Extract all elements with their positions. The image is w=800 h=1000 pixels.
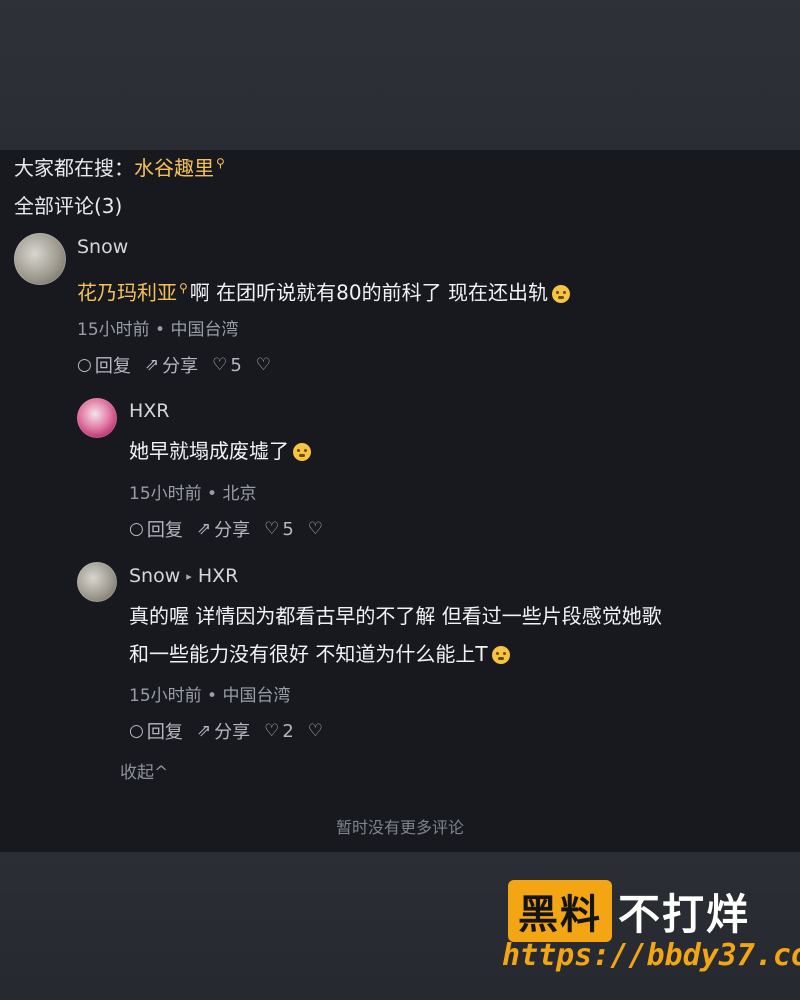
comment-username[interactable]: Snow xyxy=(77,236,128,258)
reply-label: 回复 xyxy=(146,520,183,541)
comment-meta: 15小时前 • 中国台湾 xyxy=(77,320,239,340)
reply-body: 和一些能力没有很好 不知道为什么能上T xyxy=(129,642,488,666)
reply-text-line-1: 真的喔 详情因为都看古早的不了解 但看过一些片段感觉她歌 xyxy=(129,604,662,628)
comment-text: 花乃玛利亚 ⚲ 啊 在团听说就有80的前科了 现在还出轨 xyxy=(77,270,570,311)
share-button[interactable]: ⇗ 分享 xyxy=(197,516,250,542)
reply-text-line-2: 和一些能力没有很好 不知道为什么能上T xyxy=(129,636,510,672)
watermark-box-text: 黑料 xyxy=(508,880,612,942)
reply-actions: ○ 回复 ⇗ 分享 ♡ 5 ♡ xyxy=(129,516,340,542)
reply-label: 回复 xyxy=(94,356,131,377)
search-icon: ⚲ xyxy=(216,156,225,171)
dislike-button[interactable]: ♡ xyxy=(308,519,326,539)
reply-button[interactable]: ○ 回复 xyxy=(129,516,183,542)
avatar[interactable] xyxy=(14,233,66,285)
watermark-url: https://bbdy37.com xyxy=(502,938,800,973)
reply-author[interactable]: Snow xyxy=(129,565,180,587)
trending-search-prefix: 大家都在搜： xyxy=(14,156,134,180)
search-icon: ⚲ xyxy=(179,281,188,295)
share-label: 分享 xyxy=(162,356,199,377)
watermark-text: 不打烊 xyxy=(618,889,751,939)
broken-heart-icon: ♡ xyxy=(255,355,272,375)
broken-heart-icon: ♡ xyxy=(307,721,324,741)
reply-to-arrow-icon: ▸ xyxy=(186,570,192,583)
collapse-replies-button[interactable]: 收起^ xyxy=(120,758,168,783)
comment-body: 啊 在团听说就有80的前科了 现在还出轨 xyxy=(189,280,548,305)
dislike-button[interactable]: ♡ xyxy=(256,355,274,375)
like-button[interactable]: ♡ 2 xyxy=(264,721,294,742)
reply-label: 回复 xyxy=(146,722,183,743)
dislike-button[interactable]: ♡ xyxy=(308,721,326,741)
top-blank-area xyxy=(0,0,800,150)
avatar[interactable] xyxy=(77,398,117,438)
emoji-icon xyxy=(491,646,510,664)
like-button[interactable]: ♡ 5 xyxy=(212,355,242,376)
reply-button[interactable]: ○ 回复 xyxy=(129,718,183,744)
reply-meta: 15小时前 • 北京 xyxy=(129,484,257,504)
share-arrow-icon: ⇗ xyxy=(196,519,212,539)
share-button[interactable]: ⇗ 分享 xyxy=(145,352,198,378)
avatar[interactable] xyxy=(77,562,117,602)
share-arrow-icon: ⇗ xyxy=(144,355,160,375)
like-count: 5 xyxy=(230,354,242,376)
heart-icon: ♡ xyxy=(264,519,280,539)
mention-link[interactable]: 花乃玛利亚 xyxy=(77,281,177,305)
reply-button[interactable]: ○ 回复 xyxy=(77,352,131,378)
comments-count-title: 全部评论(3) xyxy=(14,194,123,218)
share-label: 分享 xyxy=(214,722,251,743)
speech-bubble-icon: ○ xyxy=(77,355,92,375)
broken-heart-icon: ♡ xyxy=(307,519,324,539)
reply-actions: ○ 回复 ⇗ 分享 ♡ 2 ♡ xyxy=(129,718,340,744)
share-label: 分享 xyxy=(214,520,251,541)
comment-actions: ○ 回复 ⇗ 分享 ♡ 5 ♡ xyxy=(77,352,288,378)
reply-meta: 15小时前 • 中国台湾 xyxy=(129,686,291,706)
reply-target[interactable]: HXR xyxy=(198,565,239,587)
watermark-logo: 黑料 不打烊 xyxy=(508,880,750,942)
heart-icon: ♡ xyxy=(264,721,280,741)
trending-search-keyword[interactable]: 水谷趣里 xyxy=(134,156,214,180)
reply-text: 她早就塌成废墟了 xyxy=(129,433,311,469)
reply-username: Snow ▸ HXR xyxy=(129,565,238,587)
speech-bubble-icon: ○ xyxy=(129,721,144,741)
emoji-icon xyxy=(551,284,570,303)
reply-username[interactable]: HXR xyxy=(129,400,170,422)
trending-search[interactable]: 大家都在搜：水谷趣里 ⚲ xyxy=(14,152,225,181)
like-count: 5 xyxy=(282,518,294,540)
speech-bubble-icon: ○ xyxy=(129,519,144,539)
reply-body: 她早就塌成废墟了 xyxy=(129,439,289,463)
no-more-comments: 暂时没有更多评论 xyxy=(335,818,464,837)
emoji-icon xyxy=(293,443,311,461)
share-arrow-icon: ⇗ xyxy=(196,721,212,741)
like-button[interactable]: ♡ 5 xyxy=(264,519,294,540)
share-button[interactable]: ⇗ 分享 xyxy=(197,718,250,744)
like-count: 2 xyxy=(282,720,294,742)
heart-icon: ♡ xyxy=(212,355,228,375)
